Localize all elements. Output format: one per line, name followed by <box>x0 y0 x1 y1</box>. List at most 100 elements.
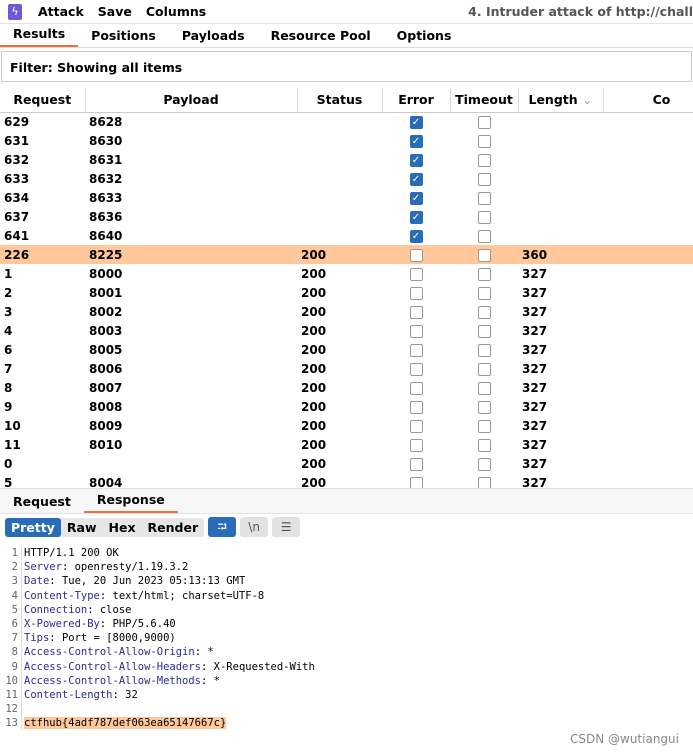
table-row[interactable]: 4 8003 200 327 <box>0 321 693 340</box>
column-header[interactable]: Status <box>297 88 383 113</box>
cell-length <box>518 131 603 150</box>
cell-status <box>297 112 382 131</box>
cell-payload: 8008 <box>89 399 123 414</box>
table-row[interactable]: 2 8001 200 327 <box>0 283 693 302</box>
timeout-checkbox <box>477 305 491 319</box>
main-tabs: Results Positions Payloads Resource Pool… <box>0 24 693 48</box>
error-checkbox: ✓ <box>409 229 423 243</box>
cell-length <box>518 112 603 131</box>
cell-length: 327 <box>522 323 548 338</box>
cell-length: 327 <box>522 266 548 281</box>
header-value: : openresty/1.19.3.2 <box>61 561 189 574</box>
table-row[interactable]: 8 8007 200 327 <box>0 378 693 397</box>
header-value: : Port = [8000,9000) <box>49 632 176 645</box>
mode-render[interactable]: Render <box>142 518 205 537</box>
table-row[interactable]: 634 8633 ✓ <box>0 188 693 207</box>
table-row[interactable]: 632 8631 ✓ <box>0 150 693 169</box>
menubar: ϟ Attack Save Columns 4. Intruder attack… <box>0 0 693 24</box>
line-number: 4 <box>11 589 18 602</box>
filter-bar[interactable]: Filter: Showing all items <box>1 51 692 82</box>
table-row[interactable]: 641 8640 ✓ <box>0 226 693 245</box>
tab-response[interactable]: Response <box>83 492 178 513</box>
error-checkbox: ✓ <box>409 115 423 129</box>
table-row[interactable]: 10 8009 200 327 <box>0 416 693 435</box>
cell-request: 629 <box>4 114 30 129</box>
mode-pretty[interactable]: Pretty <box>5 517 61 537</box>
line-number: 1 <box>11 547 18 559</box>
error-checkbox <box>409 362 423 376</box>
cell-request: 10 <box>4 418 21 433</box>
header-key: Content-Length <box>24 688 113 701</box>
error-checkbox: ✓ <box>409 153 423 167</box>
column-header[interactable]: Request <box>0 88 86 113</box>
table-row[interactable]: 7 8006 200 327 <box>0 359 693 378</box>
tab-request[interactable]: Request <box>0 494 84 513</box>
tab-positions[interactable]: Positions <box>78 28 169 47</box>
table-row[interactable]: 0 200 327 <box>0 454 693 473</box>
menu-icon[interactable]: ☰ <box>272 517 301 537</box>
cell-request: 1 <box>4 266 13 281</box>
timeout-checkbox <box>477 286 491 300</box>
header-value: : X-Requested-With <box>201 660 315 673</box>
cell-status: 200 <box>301 304 327 319</box>
line-number: 11 <box>5 688 18 701</box>
menu-attack[interactable]: Attack <box>38 4 84 19</box>
wrap-icon[interactable]: ⮒ <box>208 517 237 537</box>
table-row[interactable]: 633 8632 ✓ <box>0 169 693 188</box>
timeout-checkbox <box>477 191 491 205</box>
table-row[interactable]: 226 8225 200 360 <box>0 245 693 264</box>
table-row[interactable]: 637 8636 ✓ <box>0 207 693 226</box>
cell-request: 2 <box>4 285 13 300</box>
mode-hex[interactable]: Hex <box>103 518 142 537</box>
menu-columns[interactable]: Columns <box>146 4 206 19</box>
error-checkbox <box>409 343 423 357</box>
header-key: Access-Control-Allow-Headers <box>24 660 202 673</box>
mode-raw[interactable]: Raw <box>61 518 103 537</box>
code-line: 2 Server: openresty/1.19.3.2 <box>0 560 693 575</box>
code-line: 6 X-Powered-By: PHP/5.6.40 <box>0 616 693 632</box>
table-row[interactable]: 629 8628 ✓ <box>0 112 693 131</box>
line-number: 3 <box>11 575 18 588</box>
cell-length: 327 <box>522 304 548 319</box>
cell-request: 633 <box>4 171 30 186</box>
header-value: : 32 <box>112 688 138 701</box>
column-header[interactable]: Payload <box>85 88 298 113</box>
cell-status: 200 <box>301 380 327 395</box>
tab-resource-pool[interactable]: Resource Pool <box>258 28 384 47</box>
table-row[interactable]: 631 8630 ✓ <box>0 131 693 150</box>
table-row[interactable]: 6 8005 200 327 <box>0 340 693 359</box>
table-row[interactable]: 9 8008 200 327 <box>0 397 693 416</box>
header-value: : PHP/5.6.40 <box>99 617 176 630</box>
tab-results[interactable]: Results <box>0 26 79 47</box>
cell-status: 200 <box>301 361 327 376</box>
cell-length: 327 <box>522 380 548 395</box>
timeout-checkbox <box>477 248 491 262</box>
cell-status: 200 <box>301 323 327 338</box>
timeout-checkbox <box>477 172 491 186</box>
cell-payload: 8631 <box>89 152 123 167</box>
error-checkbox <box>409 305 423 319</box>
timeout-checkbox <box>477 267 491 281</box>
error-checkbox: ✓ <box>409 210 423 224</box>
error-checkbox <box>409 267 423 281</box>
cell-request: 11 <box>4 437 21 452</box>
newline-icon[interactable]: \n <box>240 517 269 537</box>
column-header[interactable]: Error <box>382 88 451 113</box>
response-body[interactable]: 1 HTTP/1.1 200 OK 2 Server: openresty/1.19.… <box>0 546 693 731</box>
table-row[interactable]: 3 8002 200 327 <box>0 302 693 321</box>
cell-length <box>518 207 603 226</box>
sort-chevron-icon: ⌄ <box>582 92 593 108</box>
line-number: 8 <box>11 646 18 659</box>
column-header[interactable]: Co <box>603 88 693 113</box>
tab-payloads[interactable]: Payloads <box>169 28 258 47</box>
table-row[interactable]: 11 8010 200 327 <box>0 435 693 454</box>
column-header[interactable]: Timeout <box>450 88 519 113</box>
cell-status: 200 <box>301 399 327 414</box>
menu-save[interactable]: Save <box>98 4 132 19</box>
table-row[interactable]: 1 8000 200 327 <box>0 264 693 283</box>
column-header[interactable]: Length ⌄ <box>518 88 604 113</box>
cell-length: 327 <box>522 418 548 433</box>
tab-options[interactable]: Options <box>384 28 465 47</box>
line-number: 13 <box>5 717 18 730</box>
error-checkbox: ✓ <box>409 134 423 148</box>
